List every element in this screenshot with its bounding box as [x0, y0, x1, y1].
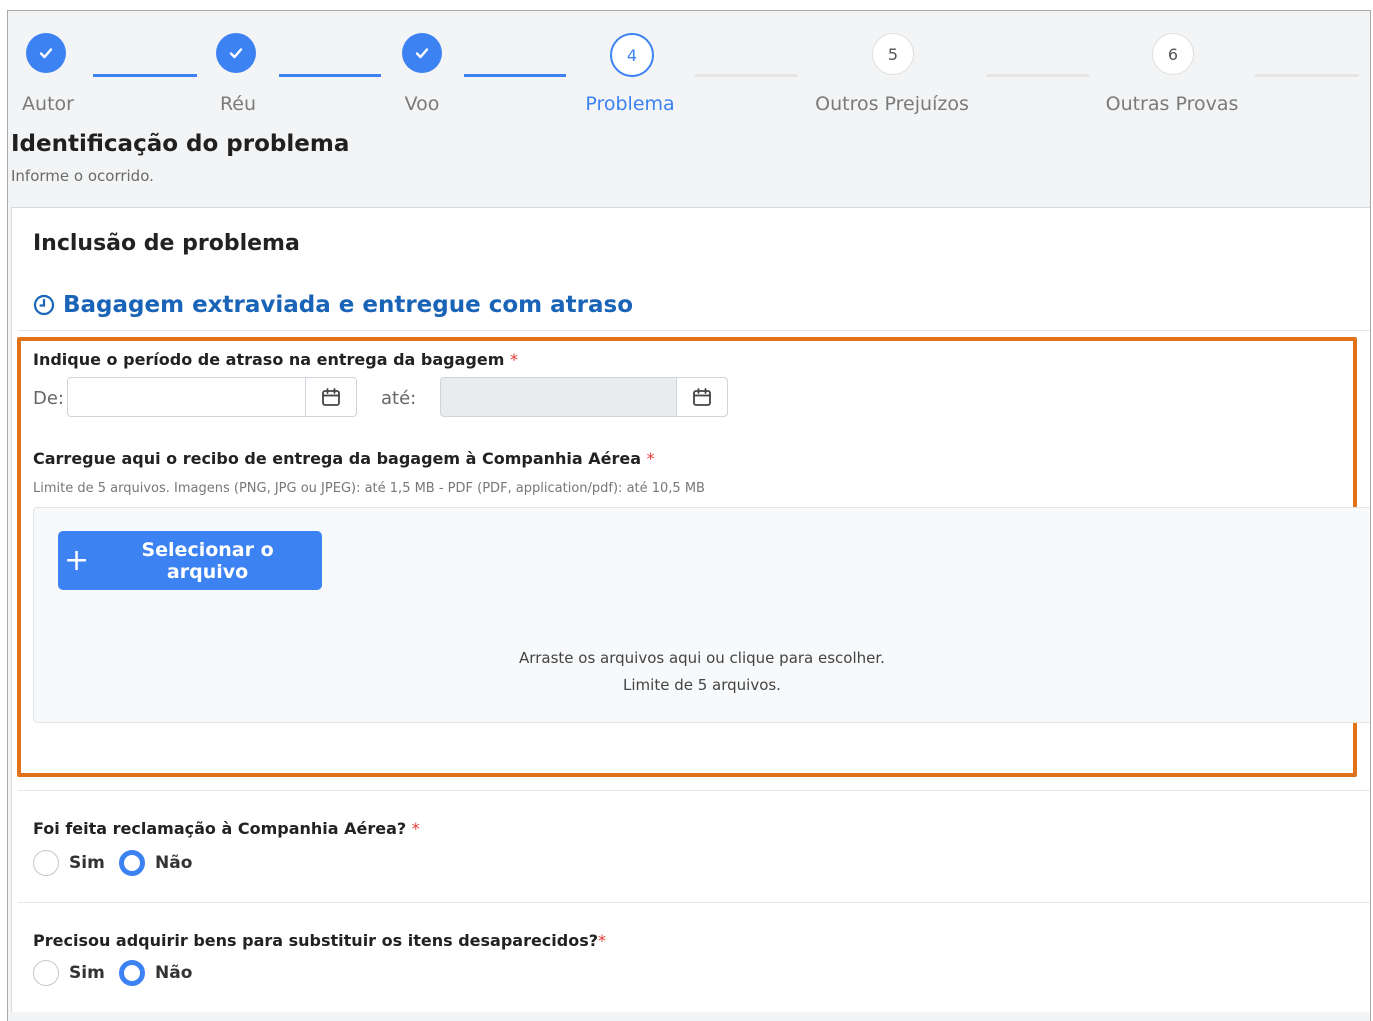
step-label-autor[interactable]: Autor [22, 93, 74, 115]
required-mark: * [646, 449, 655, 468]
step-connector [93, 74, 197, 77]
step-label-reu[interactable]: Réu [220, 93, 256, 115]
dropzone-limit: Limite de 5 arquivos. [623, 676, 781, 694]
date-to-calendar-button[interactable] [676, 378, 727, 416]
from-label: De: [33, 388, 64, 409]
upload-hint: Limite de 5 arquivos. Imagens (PNG, JPG … [33, 481, 705, 496]
step-connector [987, 74, 1089, 77]
date-to-input[interactable] [441, 378, 676, 416]
step-2-circle[interactable] [216, 33, 256, 73]
plus-icon: + [64, 542, 90, 578]
date-from-input[interactable] [68, 378, 305, 416]
radio-button[interactable] [119, 850, 145, 876]
complaint-question-label: Foi feita reclamação à Companhia Aérea? … [33, 819, 420, 838]
step-1-circle[interactable] [26, 33, 66, 73]
date-from-field[interactable] [67, 377, 357, 417]
page-subtitle: Informe o ocorrido. [11, 167, 154, 185]
step-label-outros-prejuizos[interactable]: Outros Prejuízos [815, 93, 969, 115]
step-3-circle[interactable] [402, 33, 442, 73]
page-title: Identificação do problema [11, 131, 350, 157]
divider [18, 902, 1370, 903]
problem-card: Inclusão de problema Bagagem extraviada … [11, 207, 1370, 1012]
check-icon [39, 48, 53, 59]
step-label-voo[interactable]: Voo [405, 93, 440, 115]
required-mark: * [509, 350, 518, 369]
calendar-icon [693, 388, 711, 406]
step-connector [279, 74, 381, 77]
step-connector [464, 74, 566, 77]
check-icon [415, 48, 429, 59]
step-6-circle[interactable]: 6 [1152, 33, 1194, 75]
step-connector [695, 74, 797, 77]
divider [18, 330, 1370, 331]
file-dropzone[interactable]: + Selecionar o arquivo Arraste os arquiv… [33, 507, 1370, 723]
radio-button[interactable] [33, 850, 59, 876]
complaint-no-option[interactable]: Não [119, 850, 192, 876]
step-connector [1255, 74, 1359, 77]
delay-period-label: Indique o período de atraso na entrega d… [33, 350, 518, 369]
replacement-question-label: Precisou adquirir bens para substituir o… [33, 931, 607, 950]
step-5-circle[interactable]: 5 [872, 33, 914, 75]
section-title-text: Bagagem extraviada e entregue com atraso [63, 292, 633, 318]
required-mark: * [411, 819, 420, 838]
required-mark: * [598, 931, 607, 950]
clock-icon [33, 294, 55, 316]
check-icon [229, 48, 243, 59]
divider [18, 790, 1370, 791]
replacement-no-option[interactable]: Não [119, 960, 192, 986]
replacement-yes-option[interactable]: Sim [33, 960, 105, 986]
card-title: Inclusão de problema [33, 231, 300, 256]
radio-button[interactable] [119, 960, 145, 986]
radio-button[interactable] [33, 960, 59, 986]
receipt-upload-label: Carregue aqui o recibo de entrega da bag… [33, 449, 655, 468]
date-from-calendar-button[interactable] [305, 378, 356, 416]
select-file-button[interactable]: + Selecionar o arquivo [58, 531, 322, 590]
to-label: até: [381, 388, 417, 409]
dropzone-instructions: Arraste os arquivos aqui ou clique para … [519, 649, 885, 667]
step-label-outras-provas[interactable]: Outras Provas [1106, 93, 1239, 115]
complaint-yes-option[interactable]: Sim [33, 850, 105, 876]
date-to-field[interactable] [440, 377, 728, 417]
step-4-circle[interactable]: 4 [610, 33, 654, 77]
section-title: Bagagem extraviada e entregue com atraso [33, 292, 633, 318]
step-label-problema[interactable]: Problema [585, 93, 674, 115]
calendar-icon [322, 388, 340, 406]
